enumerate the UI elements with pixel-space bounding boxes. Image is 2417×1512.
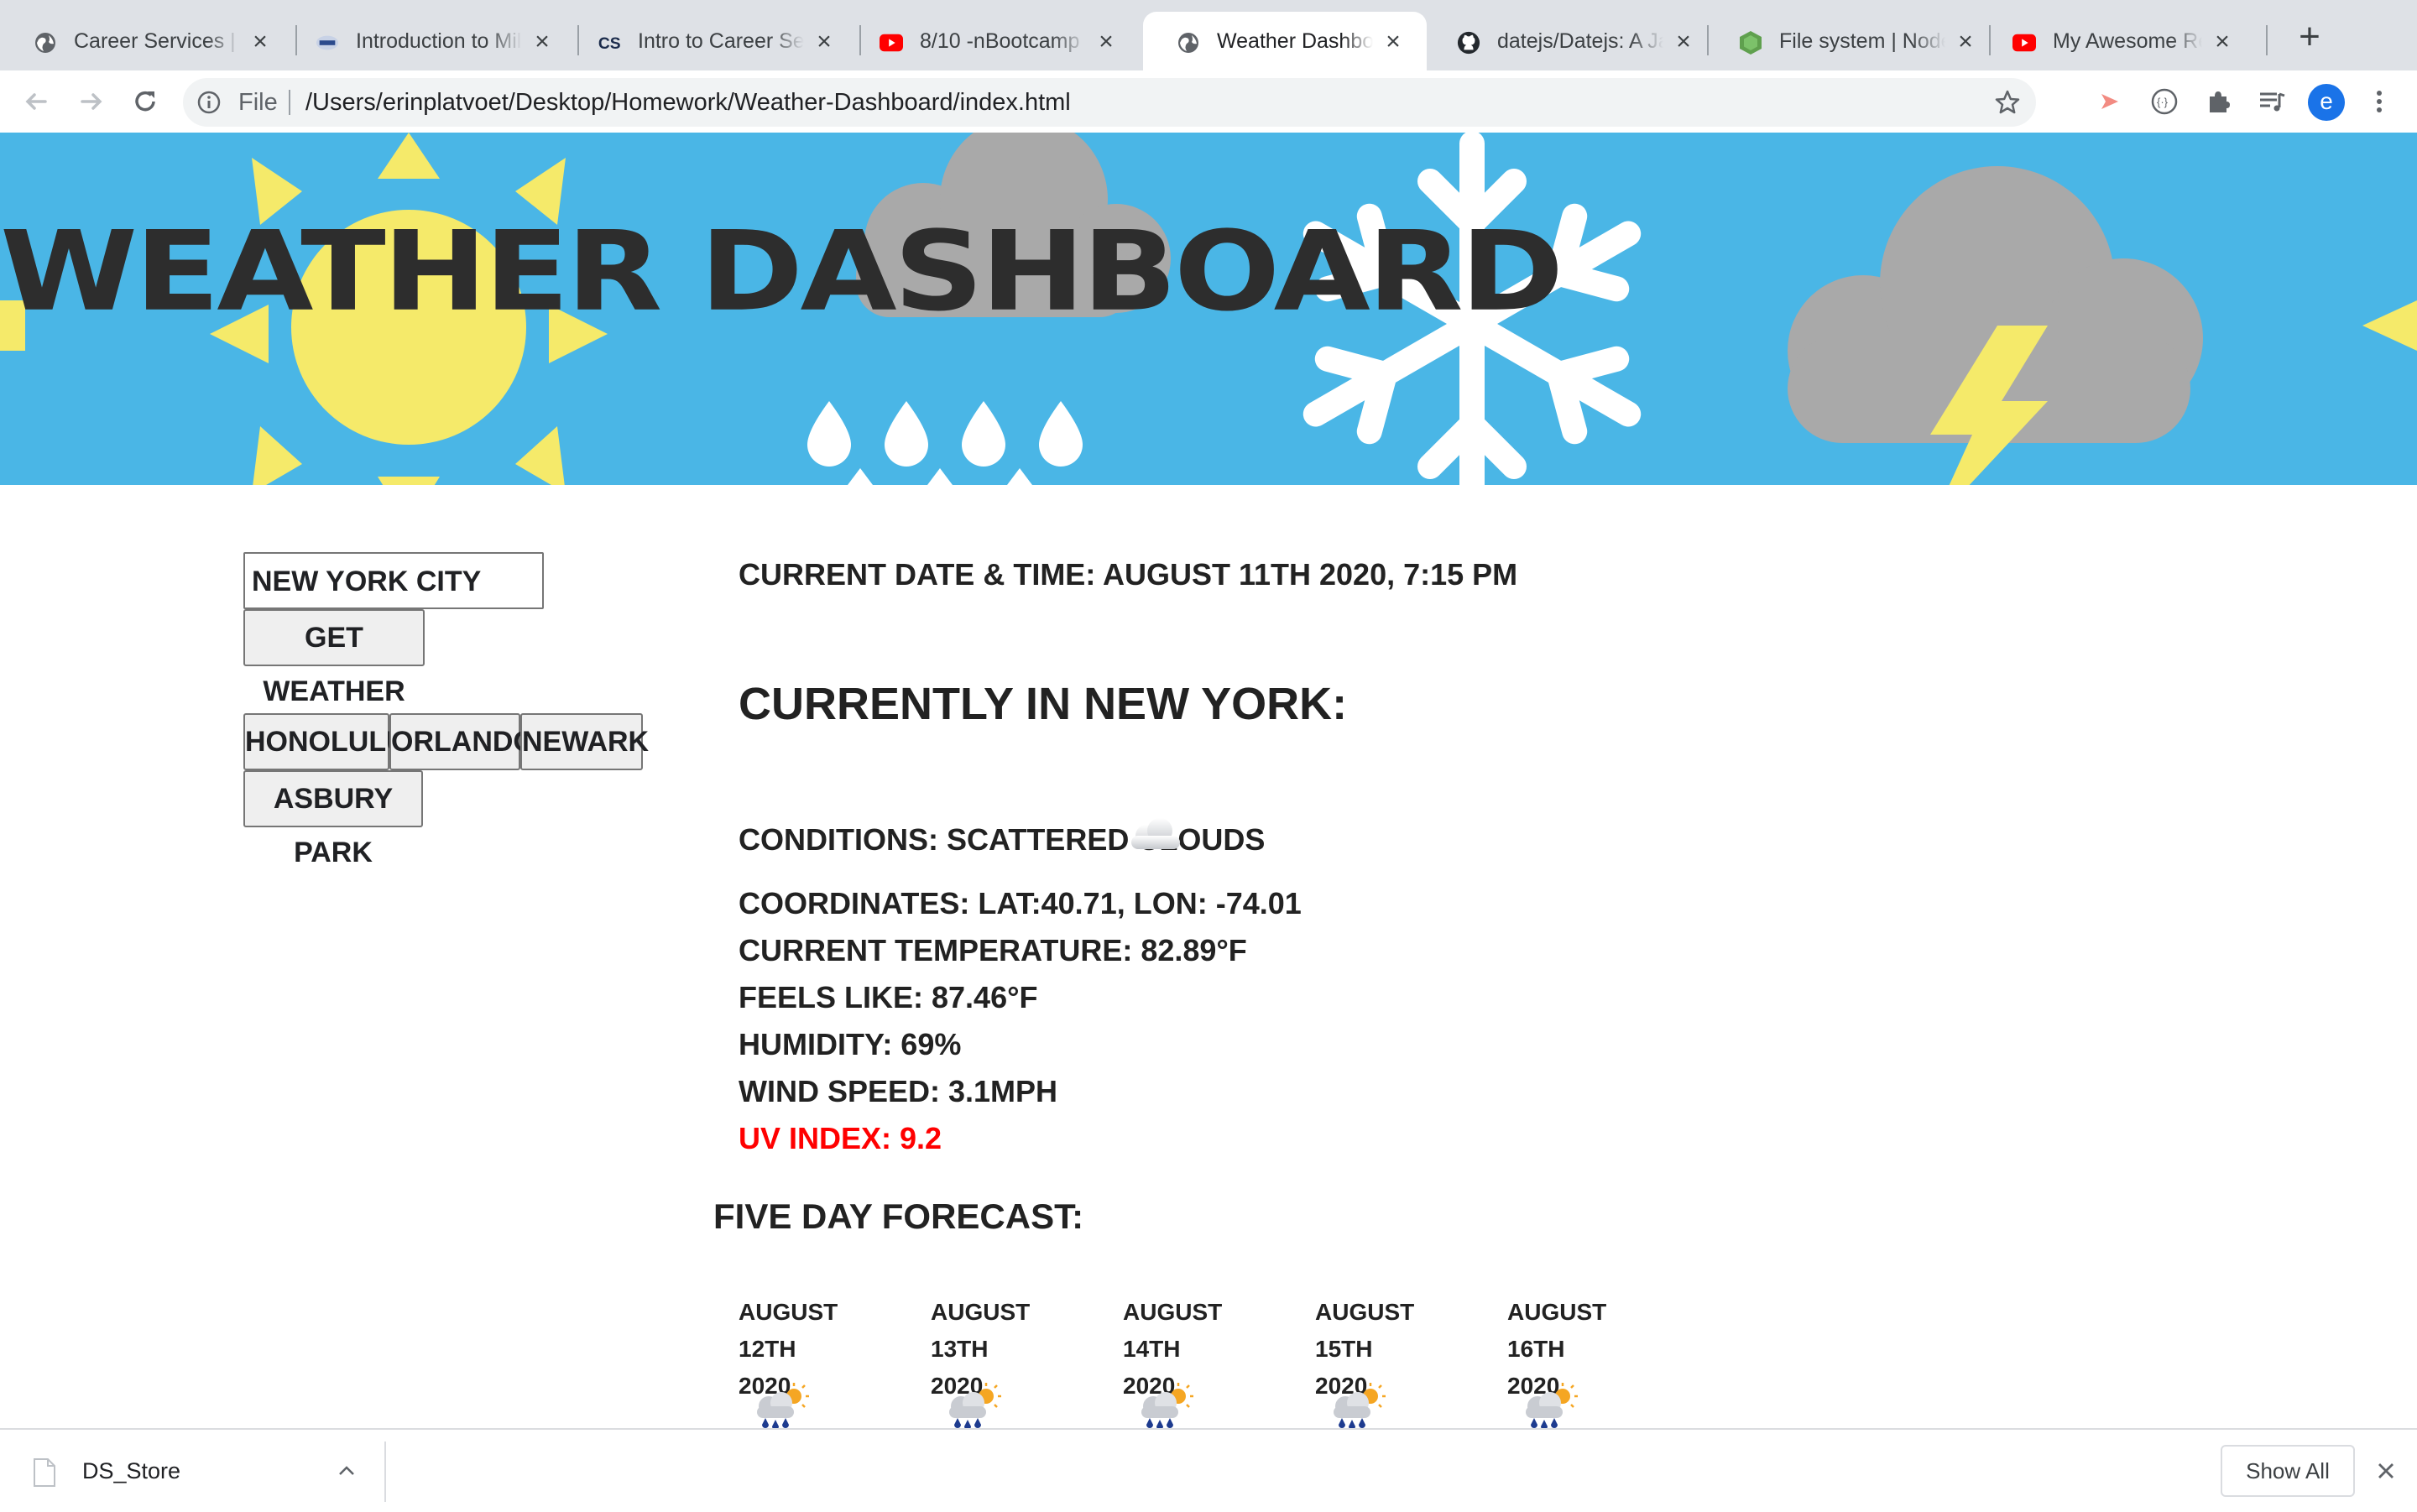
tab-awesome-readme[interactable]: My Awesome Rea × <box>1979 12 2256 70</box>
rain-sun-icon <box>757 1383 809 1430</box>
address-bar[interactable]: File /Users/erinplatvoet/Desktop/Homewor… <box>183 78 2036 127</box>
cs-icon: CS <box>598 31 621 55</box>
github-icon <box>1457 31 1480 55</box>
forward-arrow-icon[interactable] <box>76 86 107 117</box>
omnibox-divider <box>289 90 290 115</box>
tab-weather-dashboard[interactable]: Weather Dashboar × <box>1143 12 1427 70</box>
close-icon[interactable]: × <box>1672 29 1695 55</box>
browser-toolbar: File /Users/erinplatvoet/Desktop/Homewor… <box>0 70 2417 133</box>
download-file-name[interactable]: DS_Store <box>82 1430 180 1512</box>
career-logo-icon <box>316 31 339 55</box>
tab-title: File system | Node <box>1779 29 1945 53</box>
weather-banner: Weather Dashboard <box>0 133 2417 485</box>
tab-introduction[interactable]: Introduction to Mil × <box>282 12 576 70</box>
show-all-button[interactable]: Show All <box>2221 1445 2355 1497</box>
tab-bootcamp[interactable]: 8/10 -nBootcamp | × <box>846 12 1140 70</box>
svg-text:CS: CS <box>598 35 621 53</box>
scattered-clouds-icon <box>1131 818 1180 849</box>
humidity-text: Humidity: 69% <box>739 1027 962 1061</box>
history-button-honolulu[interactable]: Honolulu <box>243 713 407 770</box>
globe-icon <box>34 31 57 55</box>
scheme-label: File <box>238 89 278 116</box>
conditions-text: Conditions: Scattered Clouds <box>739 822 1266 857</box>
close-icon[interactable]: × <box>812 29 836 55</box>
history-button-asbury-park[interactable]: Asbury Park <box>243 770 423 868</box>
close-icon[interactable]: × <box>248 29 272 55</box>
temperature-text: Current Temperature: 82.89°F <box>739 933 1247 967</box>
close-icon[interactable]: × <box>2211 29 2234 55</box>
bookmark-star-icon[interactable] <box>1994 89 2021 116</box>
close-icon[interactable]: × <box>1094 29 1118 55</box>
download-divider <box>384 1442 386 1502</box>
close-icon[interactable]: × <box>1954 29 1977 55</box>
download-bar: DS_Store Show All <box>0 1428 2417 1512</box>
rain-sun-icon <box>1526 1383 1578 1430</box>
rain-sun-icon <box>1334 1383 1386 1430</box>
tab-file-system[interactable]: File system | Node × <box>1705 12 1999 70</box>
tab-intro-career[interactable]: CS Intro to Career Ser × <box>564 12 858 70</box>
uv-index-text: UV Index: 9.2 <box>739 1121 942 1155</box>
close-icon[interactable] <box>2373 1458 2399 1483</box>
raindrops-icon <box>807 401 1083 485</box>
tab-title: Intro to Career Ser <box>638 29 804 53</box>
tab-datejs[interactable]: datejs/Datejs: A Ja × <box>1423 12 1717 70</box>
media-queue-icon[interactable] <box>2256 86 2288 117</box>
json-extension-icon[interactable]: {·} <box>2148 86 2180 117</box>
chevron-up-icon[interactable] <box>336 1460 358 1482</box>
close-icon[interactable]: × <box>1381 29 1405 55</box>
tab-divider <box>2266 25 2268 55</box>
current-date-time: Current Date & Time: August 11th 2020, 7… <box>739 557 1518 592</box>
menu-kebab-icon[interactable] <box>2363 86 2395 117</box>
page-title: Weather Dashboard <box>0 206 1563 336</box>
youtube-icon <box>880 31 903 55</box>
forecast-date: August 13th <box>931 1299 1031 1362</box>
forecast-date: August 14th <box>1123 1299 1223 1362</box>
feels-like-text: Feels Like: 87.46°F <box>739 980 1038 1014</box>
profile-avatar[interactable]: e <box>2308 84 2345 121</box>
svg-text:{·}: {·} <box>2157 96 2169 108</box>
url-text[interactable]: /Users/erinplatvoet/Desktop/Homework/Wea… <box>305 78 1071 127</box>
tab-title: datejs/Datejs: A Ja <box>1497 29 1663 53</box>
extensions-puzzle-icon[interactable] <box>2202 86 2234 117</box>
forecast-date: August 12th <box>739 1299 838 1362</box>
forecast-date: August 16th <box>1507 1299 1607 1362</box>
city-search-input[interactable]: New York City <box>243 552 544 609</box>
tab-career-services[interactable]: Career Services | E × <box>0 12 294 70</box>
tab-title: 8/10 -nBootcamp | <box>920 29 1086 53</box>
tab-strip: Career Services | E × Introduction to Mi… <box>0 0 2417 70</box>
cast-extension-icon[interactable] <box>2095 86 2127 117</box>
back-arrow-icon[interactable] <box>20 86 52 117</box>
tab-title: My Awesome Rea <box>2053 29 2202 53</box>
globe-icon <box>1177 31 1200 55</box>
close-icon[interactable]: × <box>530 29 554 55</box>
file-icon <box>34 1458 55 1487</box>
info-icon[interactable] <box>196 90 222 115</box>
rain-sun-icon <box>949 1383 1001 1430</box>
current-city-heading: Currently in New York: <box>739 679 1348 729</box>
reload-icon[interactable] <box>129 86 161 117</box>
tab-title: Introduction to Mil <box>356 29 522 53</box>
youtube-icon <box>2012 31 2036 55</box>
new-tab-button[interactable]: + <box>2291 18 2328 55</box>
forecast-date: August 15th <box>1315 1299 1415 1362</box>
forecast-heading: Five Day Forecast: <box>713 1197 1084 1236</box>
get-weather-button[interactable]: Get Weather <box>243 609 425 707</box>
tab-title: Weather Dashboar <box>1217 29 1373 53</box>
nodejs-icon <box>1739 31 1762 55</box>
history-button-orlando[interactable]: Orlando <box>389 713 535 770</box>
tab-title: Career Services | E <box>74 29 240 53</box>
history-button-newark[interactable]: Newark <box>520 713 649 770</box>
rain-sun-icon <box>1141 1383 1193 1430</box>
coordinates-text: Coordinates: Lat:40.71, Lon: -74.01 <box>739 886 1302 920</box>
wind-speed-text: Wind Speed: 3.1MPH <box>739 1074 1058 1108</box>
